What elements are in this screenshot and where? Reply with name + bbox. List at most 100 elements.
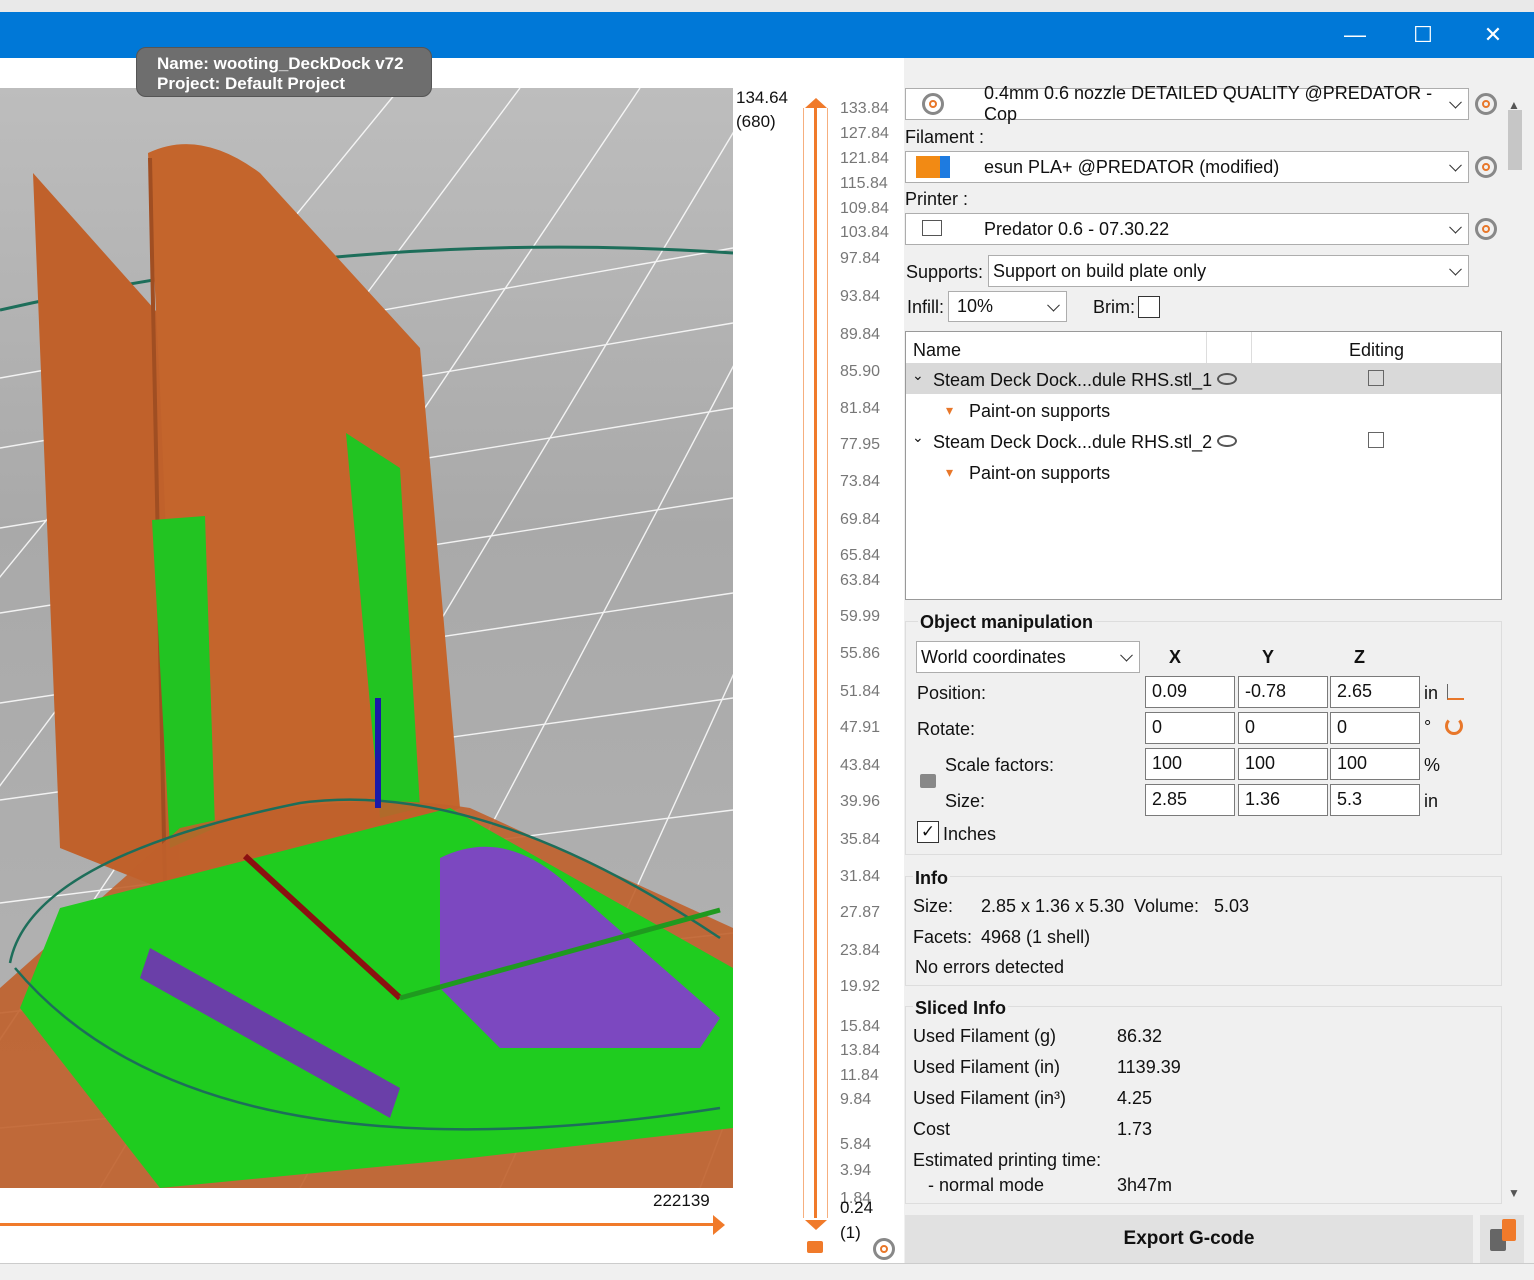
edit-settings-icon[interactable] [1368, 370, 1384, 386]
position-label: Position: [917, 683, 987, 703]
send-to-printer-button[interactable] [1480, 1215, 1524, 1263]
layer-tick-label: 59.99 [840, 608, 881, 625]
size-label: Size: [945, 791, 986, 811]
sidebar-scrollbar[interactable]: ▲ ▼ [1505, 88, 1527, 1208]
object-row-1[interactable]: ⌄ Steam Deck Dock...dule RHS.stl_1 [906, 363, 1501, 394]
layer-tick-label: 65.84 [840, 547, 881, 564]
project-tooltip: Name: wooting_DeckDock v72 Project: Defa… [136, 47, 432, 97]
filament-edit-gear-icon[interactable] [1475, 156, 1497, 178]
supports-select[interactable]: Support on build plate only [988, 255, 1469, 287]
rotate-x-input[interactable]: 0 [1145, 712, 1235, 744]
sliced-value: 1.73 [1117, 1119, 1153, 1139]
printer-select[interactable]: Predator 0.6 - 07.30.22 [905, 213, 1469, 245]
sliced-label: Cost [913, 1119, 951, 1139]
scale-z-input[interactable]: 100 [1330, 748, 1420, 780]
coordinates-value: World coordinates [921, 646, 1066, 667]
child-name: Paint-on supports [969, 463, 1111, 483]
scale-y-input[interactable]: 100 [1238, 748, 1328, 780]
close-button[interactable]: ✕ [1459, 12, 1527, 58]
lock-icon[interactable] [920, 774, 936, 788]
position-unit: in [1424, 683, 1439, 703]
rotate-z-input[interactable]: 0 [1330, 712, 1420, 744]
layer-tick-label: 133.84 [840, 100, 889, 117]
chevron-down-icon [1449, 158, 1462, 172]
reset-rotation-icon[interactable] [1445, 717, 1463, 735]
rotate-y-input[interactable]: 0 [1238, 712, 1328, 744]
sliced-info-title: Sliced Info [913, 998, 1009, 1019]
layer-tick-label: 55.86 [840, 645, 881, 662]
layer-tick-label: 3.94 [840, 1162, 872, 1179]
edit-settings-icon[interactable] [1368, 432, 1384, 448]
supports-label: Supports: [906, 262, 984, 282]
scale-x-input[interactable]: 100 [1145, 748, 1235, 780]
sliced-model-preview [0, 88, 733, 1188]
layer-tick-label: 81.84 [840, 400, 881, 417]
sliced-value: 86.32 [1117, 1026, 1163, 1046]
info-size-label: Size: [913, 896, 954, 916]
3d-viewport[interactable] [0, 88, 733, 1188]
brim-checkbox[interactable] [1138, 296, 1160, 318]
column-editing[interactable]: Editing [1349, 340, 1404, 361]
chevron-down-icon[interactable]: ⌄ [912, 367, 924, 384]
tooltip-name: Name: wooting_DeckDock v72 [157, 54, 404, 73]
inches-checkbox[interactable]: ✓ [917, 821, 939, 843]
layer-tick-label: 97.84 [840, 250, 881, 267]
slider-settings-gear-icon[interactable] [873, 1238, 895, 1260]
size-z-input[interactable]: 5.3 [1330, 784, 1420, 816]
top-thumb[interactable] [805, 98, 827, 108]
object-manipulation-title: Object manipulation [918, 612, 1096, 633]
infill-select[interactable]: 10% [948, 291, 1067, 322]
object-child-row-1[interactable]: ▾ Paint-on supports [906, 394, 1501, 425]
position-z-input[interactable]: 2.65 [1330, 676, 1420, 708]
column-name[interactable]: Name [913, 340, 961, 361]
size-x-input[interactable]: 2.85 [1145, 784, 1235, 816]
print-profile-value: 0.4mm 0.6 nozzle DETAILED QUALITY @PREDA… [984, 83, 1433, 124]
filament-select[interactable]: esun PLA+ @PREDATOR (modified) [905, 151, 1469, 183]
object-name: Steam Deck Dock...dule RHS.stl_1 [933, 370, 1213, 390]
chevron-down-icon [1449, 220, 1462, 234]
layer-tick-label: 77.95 [840, 436, 881, 453]
horizontal-slider-track[interactable] [0, 1223, 715, 1226]
slider-track[interactable] [814, 108, 817, 1218]
position-y-input[interactable]: -0.78 [1238, 676, 1328, 708]
info-volume-value: 5.03 [1214, 896, 1250, 916]
printer-label: Printer : [905, 189, 969, 209]
maximize-button[interactable]: ☐ [1389, 12, 1457, 58]
info-volume-label: Volume: [1134, 896, 1200, 916]
object-row-2[interactable]: ⌄ Steam Deck Dock...dule RHS.stl_2 [906, 425, 1501, 456]
eye-icon[interactable] [1217, 435, 1237, 447]
drop-to-bed-icon[interactable] [1447, 684, 1464, 700]
slider-top-value: 134.64 [736, 88, 788, 107]
eye-icon[interactable] [1217, 373, 1237, 385]
bottom-thumb[interactable] [805, 1220, 827, 1230]
layer-tick-label: 109.84 [840, 200, 889, 217]
scale-label: Scale factors: [945, 755, 1055, 775]
chevron-down-icon[interactable]: ⌄ [912, 429, 924, 446]
coordinates-select[interactable]: World coordinates [916, 641, 1140, 673]
sliced-label: Used Filament (in³) [913, 1088, 1067, 1108]
object-list: Name Editing ⌄ Steam Deck Dock...dule RH… [905, 331, 1502, 600]
scroll-down-icon[interactable]: ▼ [1508, 1186, 1520, 1200]
position-x-input[interactable]: 0.09 [1145, 676, 1235, 708]
layer-tick-label: 73.84 [840, 473, 881, 490]
object-child-row-2[interactable]: ▾ Paint-on supports [906, 456, 1501, 487]
lock-icon[interactable] [807, 1241, 823, 1253]
filament-extruder-swatch [940, 156, 950, 178]
object-list-header: Name Editing [906, 332, 1501, 363]
slider-bottom-layer: (1) [840, 1223, 861, 1242]
print-profile-select[interactable]: 0.4mm 0.6 nozzle DETAILED QUALITY @PREDA… [905, 83, 1469, 124]
horizontal-slider-thumb[interactable] [713, 1215, 725, 1235]
printer-edit-gear-icon[interactable] [1475, 218, 1497, 240]
print-profile-edit-gear-icon[interactable] [1475, 93, 1497, 115]
tooltip-project: Project: Default Project [157, 74, 345, 93]
size-y-input[interactable]: 1.36 [1238, 784, 1328, 816]
layer-tick-label: 13.84 [840, 1042, 881, 1059]
desktop-strip [0, 0, 1534, 12]
minimize-button[interactable]: — [1321, 12, 1389, 58]
export-gcode-button[interactable]: Export G-code [905, 1215, 1473, 1263]
layer-tick-label: 35.84 [840, 831, 881, 848]
scrollbar-thumb[interactable] [1508, 110, 1522, 170]
layer-slider[interactable]: 134.64 (680) 133.84 127.84 121.84 115.84 109… [733, 88, 904, 1263]
layer-tick-label: 51.84 [840, 683, 881, 700]
rotate-unit: ° [1424, 717, 1432, 737]
